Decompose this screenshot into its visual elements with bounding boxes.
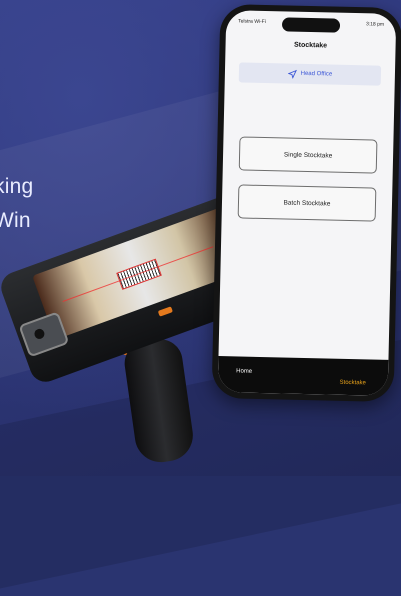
- navigation-arrow-icon: [287, 69, 297, 79]
- carrier-label: Telstra Wi-Fi: [238, 18, 266, 26]
- bottom-tab-bar: Home Stocktake: [217, 356, 389, 396]
- hero-line-2: Win: [0, 209, 31, 232]
- single-stocktake-label: Single Stocktake: [283, 150, 333, 160]
- batch-stocktake-button[interactable]: Batch Stocktake: [237, 184, 377, 222]
- batch-stocktake-label: Batch Stocktake: [283, 198, 331, 208]
- page-title: Stocktake: [293, 41, 328, 50]
- status-time: 3:18 pm: [365, 21, 385, 28]
- single-stocktake-button[interactable]: Single Stocktake: [238, 136, 378, 174]
- phone-device: Telstra Wi-Fi 3:18 pm Stocktake Head Off…: [211, 3, 401, 403]
- tab-stocktake[interactable]: Stocktake: [340, 380, 366, 387]
- branch-selector-button[interactable]: Head Office: [238, 62, 382, 86]
- scanner-lens: [33, 327, 46, 341]
- dynamic-island: [281, 17, 341, 33]
- hero-line-1: king: [0, 175, 34, 198]
- hero-text: king Win: [0, 170, 33, 238]
- phone-screen: Telstra Wi-Fi 3:18 pm Stocktake Head Off…: [217, 10, 397, 396]
- tab-home[interactable]: Home: [236, 368, 252, 374]
- branch-selector-label: Head Office: [300, 70, 333, 78]
